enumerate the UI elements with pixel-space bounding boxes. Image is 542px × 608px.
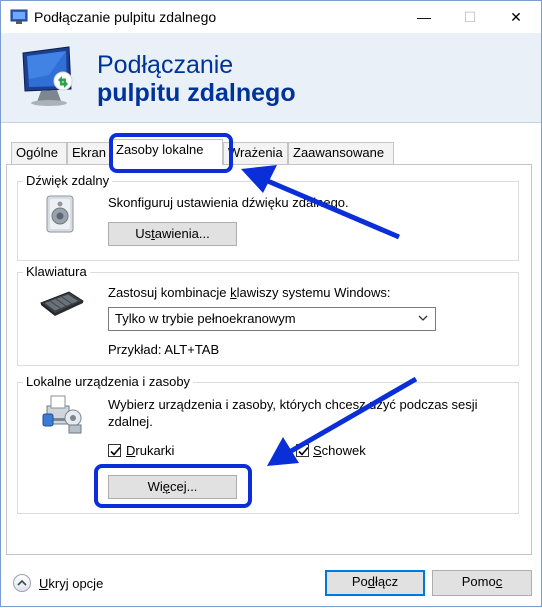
close-button[interactable]: ✕ <box>493 1 539 33</box>
printers-checkbox[interactable] <box>108 444 121 457</box>
checkmark-icon <box>298 446 309 456</box>
more-devices-button[interactable]: Więcej... <box>108 475 237 499</box>
more-label-b: ę <box>162 479 170 494</box>
minimize-icon: — <box>417 9 431 25</box>
title-bar: Podłączanie pulpitu zdalnego — ☐ ✕ <box>1 1 541 33</box>
devices-description-line2: zdalnej. <box>108 414 153 429</box>
keyboard-combination-value: Tylko w trybie pełnoekranowym <box>115 311 296 326</box>
hide-options-toggle[interactable] <box>13 574 31 592</box>
tab-advanced-label: Zaawansowane <box>293 145 385 160</box>
minimize-button[interactable]: — <box>401 1 447 33</box>
tab-local-resources-label: Zasoby lokalne <box>116 142 204 157</box>
audio-settings-button[interactable]: Ustawienia... <box>108 222 237 246</box>
rdp-window: Podłączanie pulpitu zdalnego — ☐ ✕ Podłą… <box>0 0 542 607</box>
tab-display[interactable]: Ekran <box>67 142 111 164</box>
help-label-b: c <box>495 574 503 589</box>
connect-button[interactable]: Podłącz <box>325 570 425 596</box>
window-title: Podłączanie pulpitu zdalnego <box>34 9 217 25</box>
tab-general-label: Ogólne <box>16 145 58 160</box>
more-label-a: Wi <box>147 479 163 494</box>
tab-panel: Dźwięk zdalny Skonfiguruj ustawienia dźw… <box>6 164 532 555</box>
printers-label-a: D <box>126 443 136 458</box>
hide-options-link[interactable]: Ukryj opcje <box>39 576 103 591</box>
more-label-c: cej... <box>169 479 198 494</box>
help-button[interactable]: Pomoc <box>432 570 532 596</box>
connect-label-b: d <box>367 574 375 589</box>
hide-options-a: U <box>39 576 49 591</box>
banner-title-line1: Podłączanie <box>97 51 234 79</box>
printers-label-b: rukarki <box>135 443 175 458</box>
clipboard-checkbox[interactable] <box>296 444 309 457</box>
chevron-up-icon <box>17 579 27 586</box>
devices-description-line1: Wybierz urządzenia i zasoby, których chc… <box>108 397 478 412</box>
tab-local-resources[interactable]: Zasoby lokalne <box>111 139 223 165</box>
clipboard-label-b: chowek <box>321 443 366 458</box>
connect-label-a: Po <box>351 574 368 589</box>
audio-group-label: Dźwięk zdalny <box>23 173 113 188</box>
audio-group <box>17 181 519 261</box>
chevron-down-icon <box>418 315 428 321</box>
maximize-icon: ☐ <box>463 8 477 25</box>
connect-label-c: łącz <box>375 574 399 589</box>
clipboard-label-a: S <box>313 443 322 458</box>
hide-options-b: kryj opcje <box>48 576 104 591</box>
help-label-a: Pomo <box>461 574 496 589</box>
banner-title-line2: pulpitu zdalnego <box>97 79 296 107</box>
maximize-button[interactable]: ☐ <box>447 1 493 33</box>
devices-group-label: Lokalne urządzenia i zasoby <box>23 374 194 389</box>
audio-description: Skonfiguruj ustawienia dźwięku zdalnego. <box>108 195 349 210</box>
clipboard-label: Schowek <box>313 443 366 458</box>
tab-general[interactable]: Ogólne <box>11 142 67 164</box>
keyboard-example: Przykład: ALT+TAB <box>108 342 220 357</box>
keyboard-icon <box>40 291 85 316</box>
printers-label: Drukarki <box>126 443 174 458</box>
printer-devices-icon <box>42 395 82 434</box>
speaker-icon <box>46 195 74 233</box>
app-icon <box>10 9 28 24</box>
banner-divider <box>1 122 541 123</box>
tab-experience[interactable]: Wrażenia <box>223 142 288 164</box>
keyboard-description-a: Zastosuj kombinacje <box>108 285 231 300</box>
close-icon: ✕ <box>510 8 522 25</box>
keyboard-group-label: Klawiatura <box>23 264 90 279</box>
remote-desktop-monitor-icon <box>22 46 73 106</box>
tab-experience-label: Wrażenia <box>228 145 283 160</box>
keyboard-description-c: lawiszy systemu Windows: <box>236 285 391 300</box>
audio-settings-label-a: Us <box>135 226 152 241</box>
audio-settings-label-c: awienia... <box>154 226 210 241</box>
keyboard-description: Zastosuj kombinacje klawiszy systemu Win… <box>108 285 391 300</box>
tab-display-label: Ekran <box>72 145 106 160</box>
checkmark-icon <box>110 446 121 456</box>
tab-advanced[interactable]: Zaawansowane <box>288 142 394 164</box>
keyboard-combination-select[interactable]: Tylko w trybie pełnoekranowym <box>108 307 436 331</box>
